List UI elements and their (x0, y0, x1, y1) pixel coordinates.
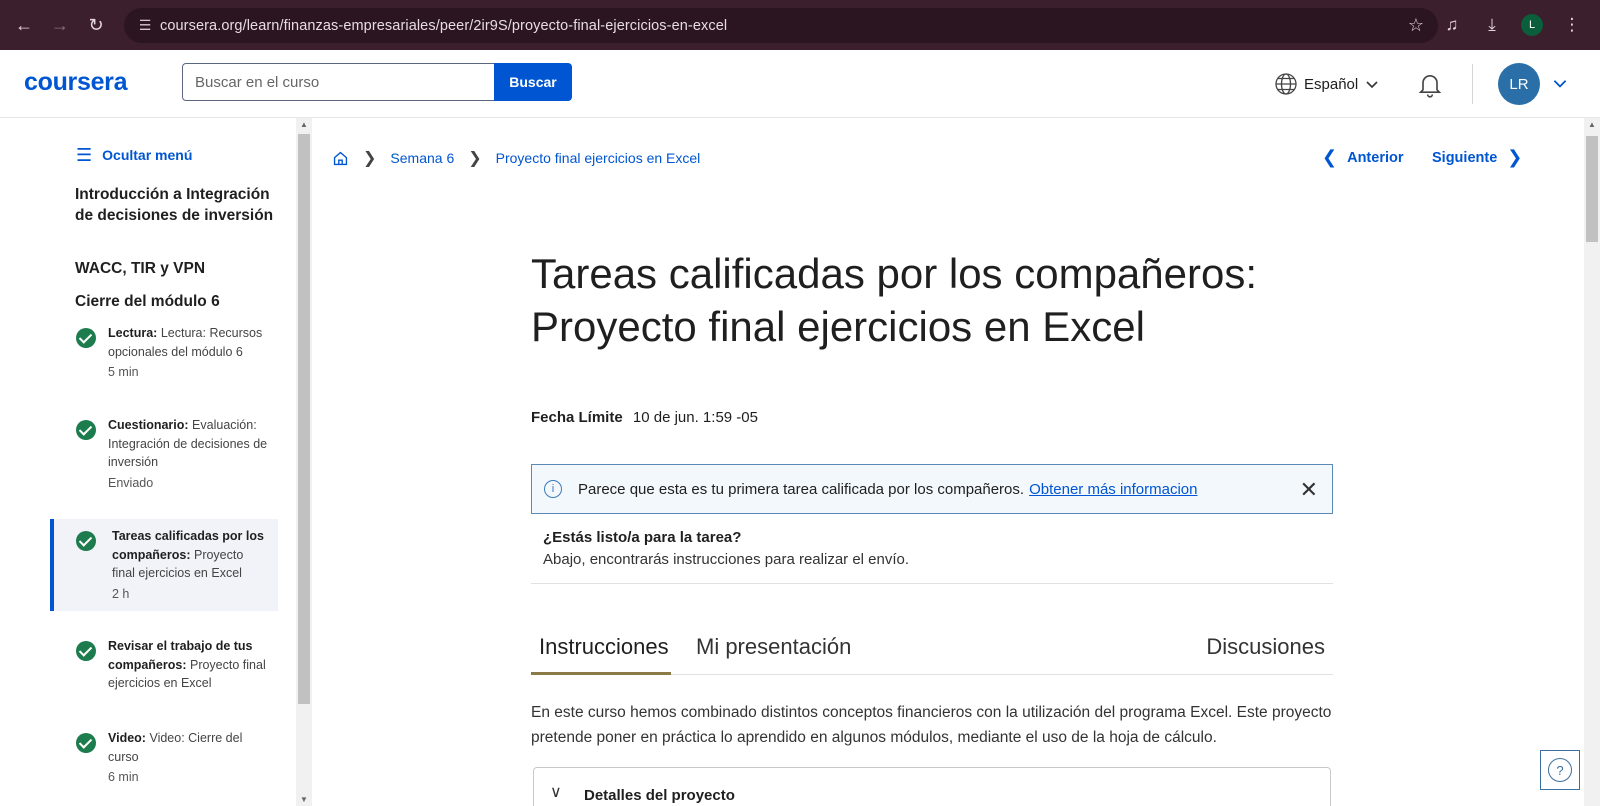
breadcrumb-chevron-icon: ❯ (363, 150, 377, 167)
back-icon[interactable]: ← (6, 7, 42, 43)
completed-check-icon (76, 733, 96, 753)
assignment-tabs: Instrucciones Mi presentación Discusione… (531, 628, 1333, 675)
scroll-up-arrow-icon[interactable]: ▲ (296, 120, 312, 129)
completed-check-icon (76, 641, 96, 661)
item-type: Video: (108, 731, 146, 745)
next-label: Siguiente (1432, 149, 1498, 166)
item-meta: 2 h (112, 586, 130, 601)
page-scrollbar[interactable]: ▲ (1584, 118, 1600, 806)
tab-mi-presentacion[interactable]: Mi presentación (696, 634, 851, 660)
breadcrumb-chevron-icon: ❯ (468, 150, 482, 167)
breadcrumb: ❯ Semana 6 ❯ Proyecto final ejercicios e… (332, 148, 700, 168)
chevron-left-icon: ❮ (1322, 147, 1338, 167)
close-icon[interactable]: ✕ (1300, 477, 1318, 503)
language-label: Español (1304, 75, 1359, 93)
search-input[interactable] (182, 63, 495, 101)
download-icon[interactable]: ⤓ (1474, 7, 1510, 43)
ready-description: Abajo, encontrarás instrucciones para re… (543, 551, 910, 568)
scroll-up-arrow-icon[interactable]: ▲ (1584, 120, 1600, 129)
tab-discusiones[interactable]: Discusiones (1206, 634, 1325, 660)
chevron-down-icon (1366, 81, 1378, 89)
sidebar-item-video[interactable]: Video: Video: Cierre del curso 6 min (50, 721, 278, 795)
help-button[interactable]: ? (1540, 750, 1580, 790)
hide-menu-label: Ocultar menú (102, 147, 193, 163)
sidebar-item-tareas-active[interactable]: Tareas calificadas por los compañeros: P… (50, 519, 278, 611)
breadcrumb-current-link[interactable]: Proyecto final ejercicios en Excel (496, 150, 701, 166)
deadline-value: 10 de jun. 1:59 -05 (632, 409, 758, 426)
site-settings-icon[interactable]: ☰ (130, 17, 160, 34)
browser-toolbar: ← → ↻ ☰ coursera.org/learn/finanzas-empr… (0, 0, 1600, 50)
sidebar-module-cierre[interactable]: Cierre del módulo 6 (75, 291, 275, 312)
breadcrumb-week-link[interactable]: Semana 6 (390, 150, 454, 166)
banner-text: Parece que esta es tu primera tarea cali… (578, 480, 1025, 498)
bookmark-star-icon[interactable]: ☆ (1408, 15, 1424, 36)
completed-check-icon (76, 420, 96, 440)
section-divider (531, 583, 1333, 584)
next-button[interactable]: Siguiente ❯ (1432, 147, 1522, 168)
page-title-line2: Proyecto final ejercicios en Excel (531, 303, 1145, 350)
page-scroll-thumb[interactable] (1586, 136, 1598, 242)
course-sidebar: ☰ Ocultar menú Introducción a Integració… (0, 118, 296, 806)
chevron-right-icon: ❯ (1507, 147, 1523, 167)
user-avatar[interactable]: LR (1498, 63, 1540, 105)
profile-avatar: L (1521, 14, 1543, 36)
sidebar-scrollbar[interactable]: ▲ ▼ (296, 118, 312, 806)
help-question-icon: ? (1548, 758, 1572, 782)
deadline: Fecha Límite 10 de jun. 1:59 -05 (531, 409, 758, 426)
previous-button[interactable]: ❮ Anterior (1322, 147, 1404, 168)
kebab-menu-icon[interactable]: ⋮ (1554, 7, 1590, 43)
item-meta: 6 min (108, 770, 139, 784)
hide-menu-button[interactable]: ☰ Ocultar menú (76, 146, 192, 164)
notifications-bell-icon[interactable] (1416, 70, 1444, 98)
previous-label: Anterior (1347, 149, 1404, 166)
header-divider (1472, 64, 1473, 104)
url-text: coursera.org/learn/finanzas-empresariale… (160, 17, 728, 34)
sidebar-item-cuestionario[interactable]: Cuestionario: Evaluación: Integración de… (50, 408, 278, 500)
project-details-accordion[interactable]: ∨ Detalles del proyecto (533, 767, 1331, 806)
page-title-line1: Tareas calificadas por los compañeros: (531, 250, 1258, 297)
media-queue-icon[interactable]: ♫ (1434, 7, 1470, 43)
instructions-text: En este curso hemos combinado distintos … (531, 704, 1332, 746)
item-type: Cuestionario: (108, 418, 189, 432)
page-title: Tareas calificadas por los compañeros: P… (531, 247, 1311, 353)
banner-learn-more-link[interactable]: Obtener más informacion (1029, 481, 1197, 498)
item-type: Lectura: (108, 326, 158, 340)
ready-question: ¿Estás listo/a para la tarea? (543, 529, 742, 546)
search-button[interactable]: Buscar (494, 63, 572, 101)
sidebar-module-wacc[interactable]: WACC, TIR y VPN (75, 258, 275, 279)
chevron-down-icon: ∨ (550, 784, 562, 801)
forward-icon[interactable]: → (42, 7, 78, 43)
account-chevron-icon[interactable] (1551, 74, 1569, 92)
sidebar-scroll-thumb[interactable] (298, 134, 310, 704)
globe-icon (1275, 73, 1297, 95)
sidebar-item-lectura[interactable]: Lectura: Lectura: Recursos opcionales de… (50, 316, 278, 390)
sidebar-item-revisar[interactable]: Revisar el trabajo de tus compañeros: Pr… (50, 629, 278, 701)
item-meta: Enviado (108, 475, 154, 490)
sidebar-module-intro[interactable]: Introducción a Integración de decisiones… (75, 184, 275, 226)
info-icon: i (544, 480, 562, 498)
tab-instrucciones[interactable]: Instrucciones (539, 634, 669, 660)
reload-icon[interactable]: ↻ (78, 7, 114, 43)
scroll-down-arrow-icon[interactable]: ▼ (296, 795, 312, 804)
profile-button[interactable]: L (1514, 7, 1550, 43)
info-banner: i Parece que esta es tu primera tarea ca… (531, 464, 1333, 514)
site-header: coursera Buscar Español LR (0, 50, 1600, 118)
coursera-logo[interactable]: coursera (24, 68, 128, 97)
language-selector[interactable]: Español (1274, 72, 1380, 96)
ready-section: ¿Estás listo/a para la tarea? Abajo, enc… (543, 529, 909, 568)
deadline-label: Fecha Límite (531, 409, 623, 426)
address-bar[interactable]: ☰ coursera.org/learn/finanzas-empresaria… (124, 8, 1438, 43)
completed-check-icon (76, 328, 96, 348)
project-details-label: Detalles del proyecto (584, 787, 735, 804)
completed-check-icon (76, 531, 96, 551)
hamburger-icon: ☰ (76, 145, 93, 165)
item-meta: 5 min (108, 365, 139, 379)
active-tab-indicator (531, 672, 671, 675)
home-icon[interactable] (332, 150, 349, 167)
